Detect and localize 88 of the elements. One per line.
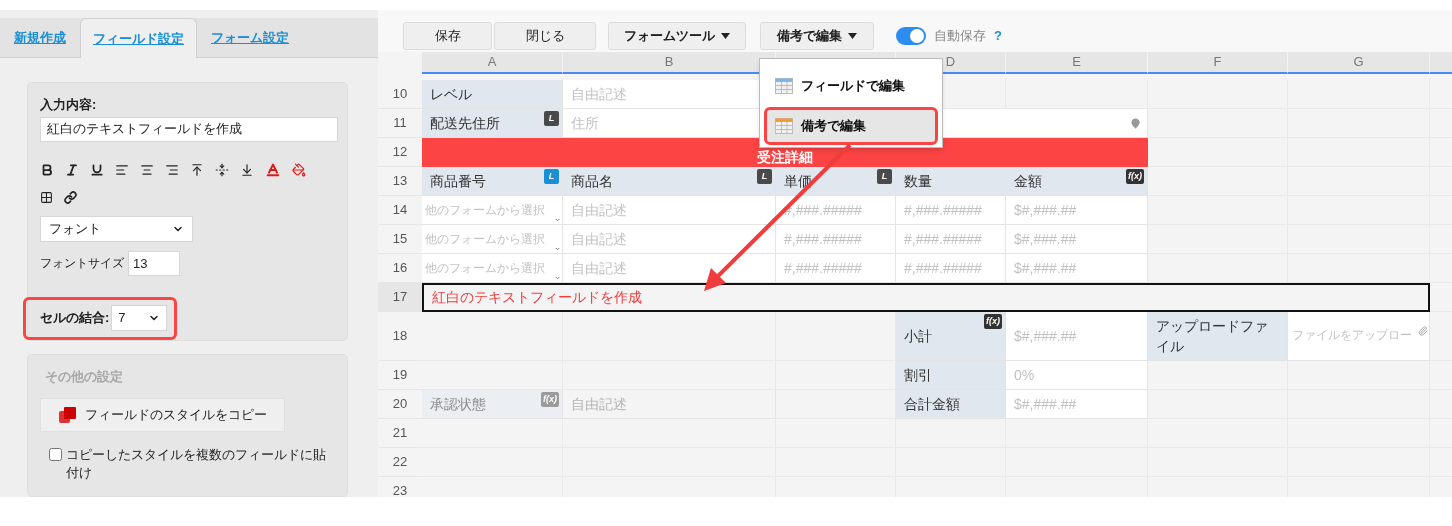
align-bottom-icon[interactable]	[240, 162, 254, 177]
input-field[interactable]: #,###.#####	[776, 254, 896, 283]
align-left-icon[interactable]	[115, 162, 129, 177]
merge-select[interactable]: 7	[111, 305, 168, 331]
link-icon[interactable]	[64, 190, 77, 204]
caret-icon	[848, 33, 857, 39]
chevron-down-icon	[554, 217, 561, 223]
tab[interactable]: 新規作成	[2, 19, 78, 57]
input-field[interactable]: #,###.#####	[896, 225, 1006, 254]
column-header[interactable]: E	[1006, 52, 1148, 74]
column-header[interactable]: B	[563, 52, 776, 74]
section-header-cell: 受注詳細	[422, 138, 1148, 167]
caret-icon	[721, 33, 730, 39]
input-field[interactable]: 自由記述	[563, 196, 776, 225]
copy-icon	[58, 405, 77, 425]
input-field[interactable]: #,###.#####	[896, 196, 1006, 225]
text-color-icon[interactable]	[265, 161, 281, 178]
underline-icon[interactable]	[90, 162, 104, 177]
font-size-field[interactable]: 13	[128, 250, 180, 276]
input-field[interactable]: $#,###.##	[1006, 254, 1148, 283]
align-center-icon[interactable]	[140, 162, 154, 177]
field-label: フォントサイズ	[40, 255, 124, 272]
text-field-cell[interactable]: 紅白のテキストフィールドを作成	[422, 283, 1430, 312]
column-header[interactable]: A	[422, 52, 563, 74]
field-label: 入力内容:	[40, 96, 98, 114]
menu-item[interactable]: 備考で編集	[764, 107, 938, 145]
paperclip-icon	[1418, 326, 1428, 336]
paint-bucket-icon[interactable]	[292, 162, 306, 177]
tab[interactable]: フィールド設定	[80, 18, 197, 58]
field-type-badge: L	[877, 169, 892, 184]
help-link[interactable]: ?	[994, 26, 1002, 46]
map-pin-icon	[1130, 118, 1141, 129]
table-icon	[775, 118, 793, 134]
input-field[interactable]: $#,###.##	[1006, 196, 1148, 225]
field-label-cell: 商品番号 L	[422, 167, 563, 196]
autosave-label: 自動保存	[934, 27, 986, 46]
input-field[interactable]: $#,###.##	[1006, 225, 1148, 254]
chevron-down-icon	[554, 275, 561, 281]
section-title: その他の設定	[45, 367, 124, 386]
field-label-cell: 小計 f(x)	[896, 312, 1006, 361]
row-number: 17	[378, 283, 422, 312]
bold-icon[interactable]	[40, 162, 54, 177]
toolbar-button[interactable]: 閉じる	[494, 22, 596, 50]
field-label-cell: アップロードファイル	[1148, 312, 1288, 361]
field-type-badge: L	[544, 169, 559, 184]
checkbox[interactable]	[49, 448, 62, 461]
column-header[interactable]: F	[1148, 52, 1288, 74]
align-right-icon[interactable]	[165, 162, 179, 177]
menu-button[interactable]: フォームツール	[608, 22, 746, 50]
toolbar-button[interactable]: 保存	[403, 22, 492, 50]
field-label-cell: 数量	[896, 167, 1006, 196]
field-label-cell: 割引	[896, 361, 1006, 390]
field-label-cell: 合計金額	[896, 390, 1006, 419]
input-field[interactable]: 自由記述	[563, 225, 776, 254]
input-field[interactable]: $#,###.##	[1006, 390, 1148, 419]
table-icon	[775, 78, 793, 94]
menu-button[interactable]: 備考で編集	[760, 22, 874, 50]
toggle-switch[interactable]	[896, 27, 926, 45]
field-label-cell: 配送先住所 L	[422, 109, 563, 138]
italic-icon[interactable]	[65, 162, 79, 177]
table-border-icon[interactable]	[40, 190, 53, 204]
tab[interactable]: フォーム設定	[199, 19, 301, 57]
input-field[interactable]: 自由記述	[563, 390, 776, 419]
column-header[interactable]	[1430, 52, 1452, 74]
field-type-badge: f(x)	[541, 392, 559, 407]
field-label-cell: 承認状態 f(x)	[422, 390, 563, 419]
copy-style-button[interactable]: フィールドのスタイルをコピー	[40, 398, 285, 432]
input-field[interactable]: 0%	[1006, 361, 1148, 390]
input-field[interactable]: 自由記述	[563, 254, 776, 283]
field-type-badge: L	[757, 169, 772, 184]
input-field[interactable]: 紅白のテキストフィールドを作成	[40, 116, 338, 142]
field-type-badge: f(x)	[984, 314, 1002, 329]
checkbox-label: コピーしたスタイルを複数のフィールドに貼付け	[66, 446, 326, 482]
input-field[interactable]: #,###.#####	[776, 196, 896, 225]
input-field[interactable]: #,###.#####	[776, 225, 896, 254]
field-label-cell: 商品名 L	[563, 167, 776, 196]
field-label-cell: 金額 f(x)	[1006, 167, 1148, 196]
field-label: セルの結合:	[40, 309, 110, 328]
field-type-badge: f(x)	[1126, 169, 1144, 184]
input-field[interactable]: #,###.#####	[896, 254, 1006, 283]
column-header[interactable]: G	[1288, 52, 1430, 74]
field-label-cell: レベル	[422, 80, 563, 109]
input-field[interactable]: $#,###.##	[1006, 312, 1148, 361]
chevron-down-icon	[554, 246, 561, 252]
font-select[interactable]: フォント	[40, 215, 193, 242]
field-type-badge: L	[544, 111, 559, 126]
align-top-icon[interactable]	[190, 162, 204, 177]
align-middle-icon[interactable]	[215, 162, 229, 177]
